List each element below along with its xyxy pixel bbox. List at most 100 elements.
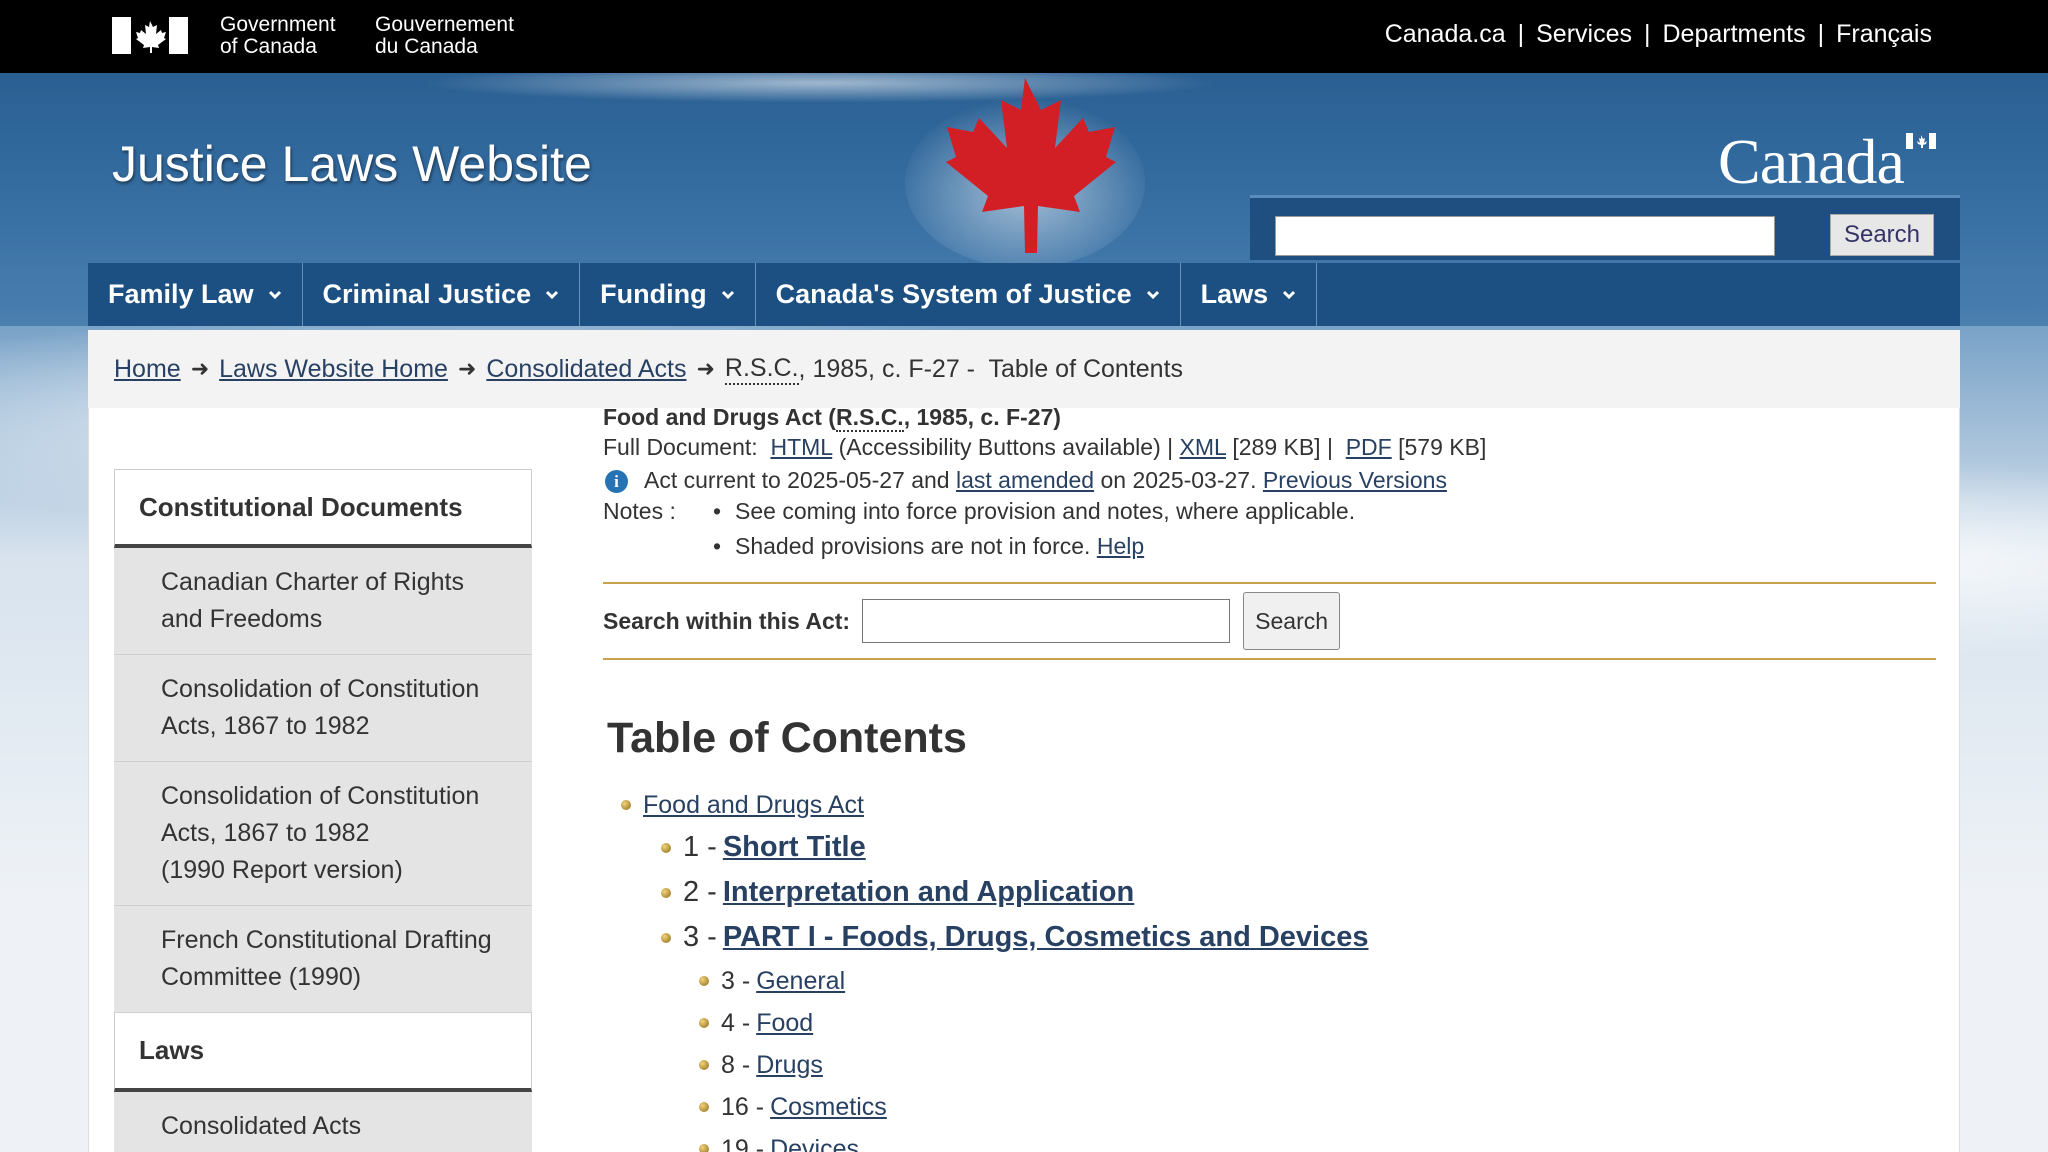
currency-line: i Act current to 2025-05-27 and last amen… <box>603 467 1936 494</box>
toc-number: 19 - <box>721 1134 765 1152</box>
toplink-departments[interactable]: Departments <box>1663 20 1806 49</box>
toplink-services[interactable]: Services <box>1536 20 1632 49</box>
act-title-pre: Food and Drugs Act ( <box>603 404 836 430</box>
breadcrumb-consolidated-acts[interactable]: Consolidated Acts <box>486 355 686 384</box>
toc-root-link[interactable]: Food and Drugs Act <box>643 791 864 820</box>
act-search-button[interactable]: Search <box>1243 592 1341 650</box>
toc-link-devices[interactable]: Devices <box>770 1135 859 1152</box>
note-item: Shaded provisions are not in force. Help <box>711 533 1355 560</box>
sidebar-heading-laws: Laws <box>114 1013 532 1092</box>
site-search-input[interactable] <box>1275 216 1775 256</box>
act-search-input[interactable] <box>862 599 1231 643</box>
arrow-right-icon: ➜ <box>190 356 210 381</box>
nav-label: Criminal Justice <box>322 279 532 309</box>
html-link[interactable]: HTML <box>770 434 832 460</box>
xml-size: [289 KB] | <box>1232 434 1333 460</box>
bullet-icon <box>699 1102 709 1112</box>
nav-laws[interactable]: Laws <box>1181 263 1318 326</box>
nav-label: Funding <box>600 279 707 309</box>
act-title-abbr: R.S.C. <box>835 404 904 432</box>
sidebar-item-line: Consolidated Acts <box>161 1112 362 1140</box>
toc-title: Table of Contents <box>607 714 967 762</box>
chevron-down-icon <box>1146 290 1159 299</box>
nav-criminal-justice[interactable]: Criminal Justice <box>303 263 581 326</box>
pdf-link[interactable]: PDF <box>1346 434 1392 460</box>
site-search-button[interactable]: Search <box>1830 214 1934 256</box>
sidebar-item-line: Acts, 1867 to 1982 <box>161 819 370 847</box>
sidebar-heading-constitutional: Constitutional Documents <box>114 469 532 548</box>
breadcrumb-laws-website-home[interactable]: Laws Website Home <box>219 355 448 384</box>
breadcrumb-current: , 1985, c. F-27 - Table of Contents <box>798 354 1184 383</box>
bullet-icon <box>699 1144 709 1152</box>
sidebar-item-line: Consolidation of Constitution <box>161 675 480 703</box>
toc-row: 3 - PART I - Foods, Drugs, Cosmetics and… <box>661 915 1936 960</box>
fip-en-line1: Government <box>220 13 336 36</box>
toc-link-cosmetics[interactable]: Cosmetics <box>770 1093 887 1122</box>
toc-row: 1 - Short Title <box>661 825 1936 870</box>
fip-fr-line1: Gouvernement <box>375 13 514 36</box>
toc-row: 3 - General <box>699 960 1936 1002</box>
sidebar-item-french-drafting[interactable]: French Constitutional Drafting Committee… <box>114 906 532 1013</box>
sidebar-item-line: Consolidation of Constitution <box>161 782 480 810</box>
sidebar-item-line: and Freedoms <box>161 605 323 633</box>
nav-funding[interactable]: Funding <box>580 263 756 326</box>
toc-link-drugs[interactable]: Drugs <box>756 1051 823 1080</box>
government-of-canada-en[interactable]: Government of Canada <box>220 14 336 58</box>
toplink-canada-ca[interactable]: Canada.ca <box>1385 20 1506 49</box>
nav-label: Family Law <box>108 279 254 309</box>
last-amended-link[interactable]: last amended <box>956 467 1094 493</box>
sidebar-item-consolidated-acts[interactable]: Consolidated Acts <box>114 1092 532 1152</box>
notes-label: Notes : <box>603 498 676 524</box>
previous-versions-link[interactable]: Previous Versions <box>1263 467 1447 493</box>
note-item: See coming into force provision and note… <box>711 498 1355 525</box>
xml-link[interactable]: XML <box>1180 434 1226 460</box>
toc-link-interpretation[interactable]: Interpretation and Application <box>723 876 1134 909</box>
toc-number: 8 - <box>721 1050 751 1079</box>
toc-row: 4 - Food <box>699 1002 1936 1044</box>
chevron-down-icon <box>721 290 734 299</box>
note-text: See coming into force provision and note… <box>735 498 1356 524</box>
toc-number: 1 - <box>683 831 717 863</box>
full-document-line: Full Document: HTML (Accessibility Butto… <box>603 434 1936 461</box>
wordmark-flag-icon <box>1906 133 1936 149</box>
nav-system-of-justice[interactable]: Canada's System of Justice <box>756 263 1181 326</box>
federal-identity-bar: Government of Canada Gouvernement du Can… <box>0 0 2048 73</box>
site-search: Search <box>1250 195 1960 260</box>
toc-number: 2 - <box>683 876 717 908</box>
main-content: Food and Drugs Act (R.S.C., 1985, c. F-2… <box>603 404 1936 1152</box>
toc-link-short-title[interactable]: Short Title <box>723 831 866 864</box>
chevron-down-icon <box>546 290 559 299</box>
site-title[interactable]: Justice Laws Website <box>112 135 592 193</box>
act-title: Food and Drugs Act (R.S.C., 1985, c. F-2… <box>603 404 1936 432</box>
sidebar-item-charter[interactable]: Canadian Charter of Rights and Freedoms <box>114 548 532 655</box>
nav-family-law[interactable]: Family Law <box>88 263 303 326</box>
sidebar-item-constitution-acts-1990[interactable]: Consolidation of Constitution Acts, 1867… <box>114 762 532 906</box>
toc-row: 19 - Devices <box>699 1128 1936 1152</box>
nav-label: Canada's System of Justice <box>775 279 1132 309</box>
toc-link-part-1[interactable]: PART I - Foods, Drugs, Cosmetics and Dev… <box>723 921 1369 954</box>
bullet-icon <box>699 976 709 986</box>
current-post: on 2025-03-27. <box>1100 467 1257 493</box>
bullet-icon <box>661 842 671 853</box>
toc-row: Food and Drugs Act <box>621 785 1936 825</box>
toplink-francais[interactable]: Français <box>1836 20 1932 49</box>
html-note: (Accessibility Buttons available) | <box>838 434 1174 460</box>
search-within-label: Search within this Act: <box>603 607 851 634</box>
toc-link-general[interactable]: General <box>756 967 845 996</box>
toc-number: 4 - <box>721 1008 751 1037</box>
toc-link-food[interactable]: Food <box>756 1009 813 1038</box>
sidebar-item-line: Committee (1990) <box>161 963 362 991</box>
breadcrumb-home[interactable]: Home <box>114 355 181 384</box>
sidebar: Constitutional Documents Canadian Charte… <box>114 469 532 1152</box>
government-of-canada-fr[interactable]: Gouvernement du Canada <box>375 14 514 58</box>
breadcrumb-abbr: R.S.C. <box>724 354 799 385</box>
search-within-act: Search within this Act: Search <box>603 582 1936 660</box>
sidebar-item-constitution-acts[interactable]: Consolidation of Constitution Acts, 1867… <box>114 655 532 762</box>
arrow-right-icon: ➜ <box>696 356 715 381</box>
breadcrumb: Home ➜ Laws Website Home ➜ Consolidated … <box>88 330 1960 408</box>
fip-fr-line2: du Canada <box>375 35 478 58</box>
sidebar-item-line: French Constitutional Drafting <box>161 926 492 954</box>
nav-label: Laws <box>1200 279 1269 309</box>
help-link[interactable]: Help <box>1097 533 1144 559</box>
sidebar-item-line: Canadian Charter of Rights <box>161 568 464 596</box>
